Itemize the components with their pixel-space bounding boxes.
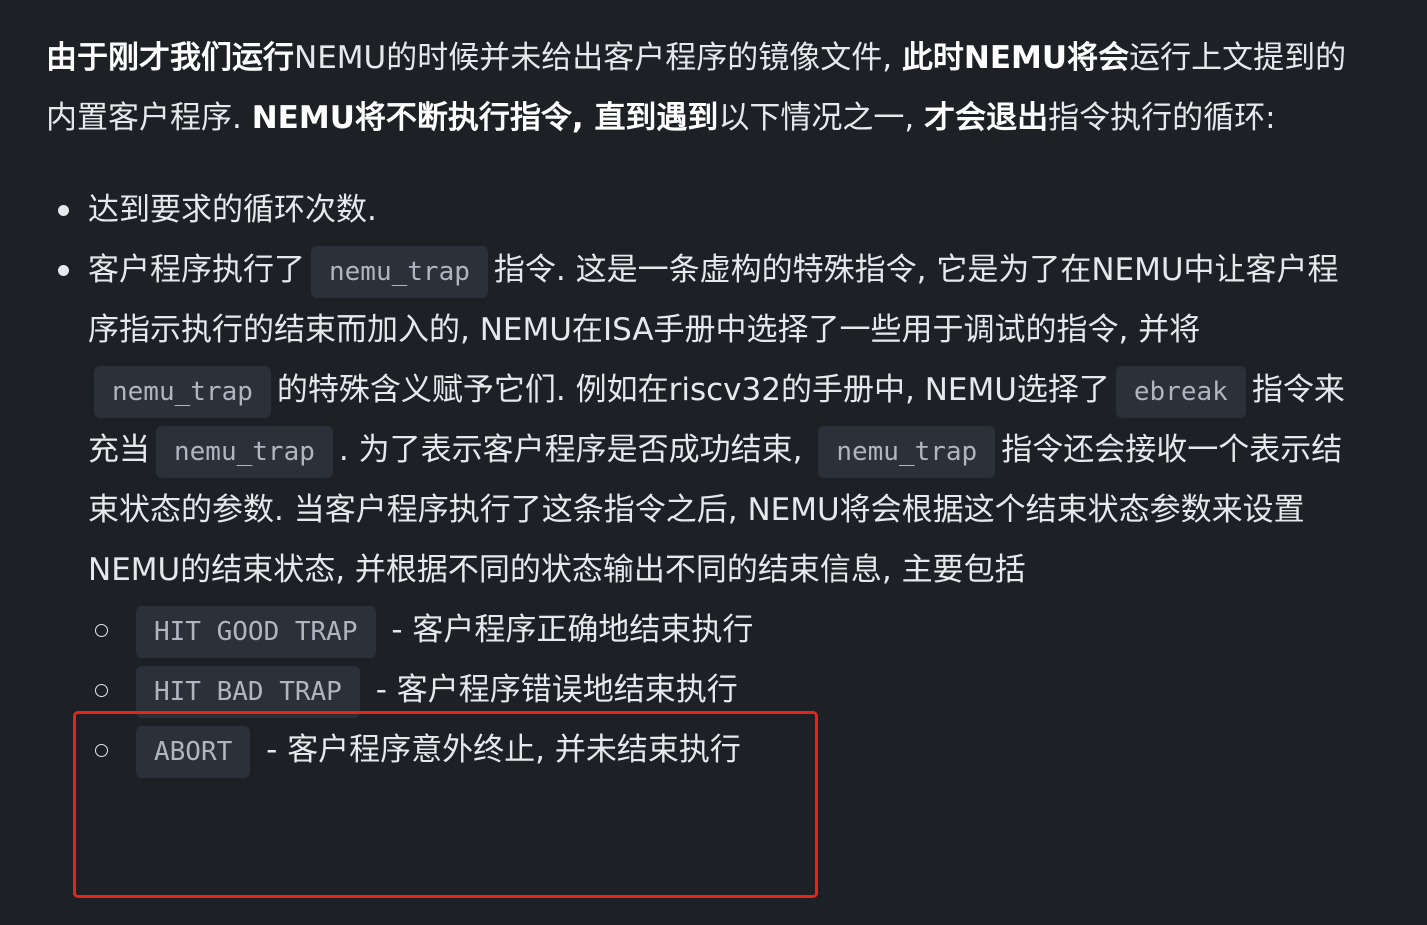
item-text: 达到要求 [88,192,212,228]
item-text: 行了这条指令之后, [479,492,748,528]
intro-text: 指令执行的循环: [1048,100,1276,136]
item-text: - [256,732,288,768]
item-text: riscv32 [668,372,781,408]
intro-text: NEMU将不断执行指令, [251,100,595,136]
item-text: 册中, [842,372,925,408]
item-text: 执行了 [212,252,305,288]
item-text: NEMU将会根据这个 [747,492,1026,528]
item-text: 虚构的特殊指令, [699,252,937,288]
item-text: 例如在 [575,372,669,408]
item-text: 错误地结束执行 [520,672,738,708]
item-text: 的特殊含 [276,372,401,408]
item-text: . [338,432,359,468]
item-text: 的循环次数. [212,192,377,228]
item-text: ISA手册中选择了一些用于调试的指令, [602,312,1139,348]
inline-code-nemu-trap: nemu_trap [818,425,996,478]
item-text: - [381,612,413,648]
condition-list: 达到要求的循环次数. 客户程序执行了 nemu_trap 指令. 这是一条虚构的特殊… [46,180,1366,780]
item-text: 指令 [493,252,556,288]
list-item-loop-count: 达到要求的循环次数. [58,180,1366,240]
list-item-nemu-trap: 客户程序执行了 nemu_trap 指令. 这是一条虚构的特殊指令, 它是为了在NE… [58,240,1366,780]
item-text: 并将 [1138,312,1201,348]
item-text: 客户程序 [396,672,521,708]
item-text: 并未 [554,732,617,768]
inline-code-nemu-trap: nemu_trap [311,245,488,298]
inline-code-hit-bad-trap: HIT BAD TRAP [136,665,360,718]
item-text: 状态输出不同的结束信息, [540,552,902,588]
exit-status-list: HIT GOOD TRAP - 客户程序正确地结束执行 HIT BAD TRAP… [88,600,1366,780]
item-text: 并根据不同的 [354,552,541,588]
item-text: 指令还会接收 [1001,432,1188,468]
intro-text: 直到遇到 [594,100,719,136]
inline-code-abort: ABORT [136,725,251,778]
item-text: NEMU选择了 [924,372,1110,408]
item-text: . [555,252,576,288]
list-item-abort: ABORT - 客户程序意外终止, 并未结束执行 [95,720,1366,780]
item-text: 义赋予它们. [400,372,576,408]
item-text: NEMU在 [479,312,603,348]
item-text: 结束执行 [616,732,741,768]
item-text: 为了表示客户 [358,432,545,468]
intro-text: 以下情况之一, [718,100,925,136]
item-text: 客户程序 [287,732,412,768]
item-text: 意外终止, [411,732,555,768]
list-item-hit-good-trap: HIT GOOD TRAP - 客户程序正确地结束执行 [95,600,1366,660]
intro-paragraph: 由于刚才我们运行NEMU的时候并未给出客户程序的镜像文件, 此时NEMU将会运行… [46,28,1366,148]
item-text: - [365,672,397,708]
item-text: 这是一条 [575,252,700,288]
item-text: 包括 [963,552,1026,588]
intro-text: 才会退出 [924,100,1049,136]
item-text: 主要 [901,552,964,588]
inline-code-nemu-trap: nemu_trap [156,425,333,478]
item-text: 客户程序 [88,252,212,288]
inline-code-hit-good-trap: HIT GOOD TRAP [136,605,376,658]
item-text: 指令 [1251,372,1314,408]
item-text: 的手 [780,372,843,408]
inline-code-ebreak: ebreak [1115,365,1246,418]
item-text: 程序是否成功结束, [544,432,813,468]
intro-text: 此时NEMU将会 [901,40,1130,76]
intro-text: 由于刚才我们运行 [46,40,294,76]
item-text: 它是为了在NEMU中 [936,252,1215,288]
inline-code-nemu-trap: nemu_trap [94,365,271,418]
intro-text: NEMU的时候并未给出客户程序的镜像文件, [294,40,902,76]
article-content: 由于刚才我们运行NEMU的时候并未给出客户程序的镜像文件, 此时NEMU将会运行… [46,28,1366,780]
item-text: 正确地结束执行 [536,612,754,648]
list-item-hit-bad-trap: HIT BAD TRAP - 客户程序错误地结束执行 [95,660,1366,720]
item-text: 客户程序 [412,612,537,648]
item-text: 当客户程序执 [293,492,480,528]
